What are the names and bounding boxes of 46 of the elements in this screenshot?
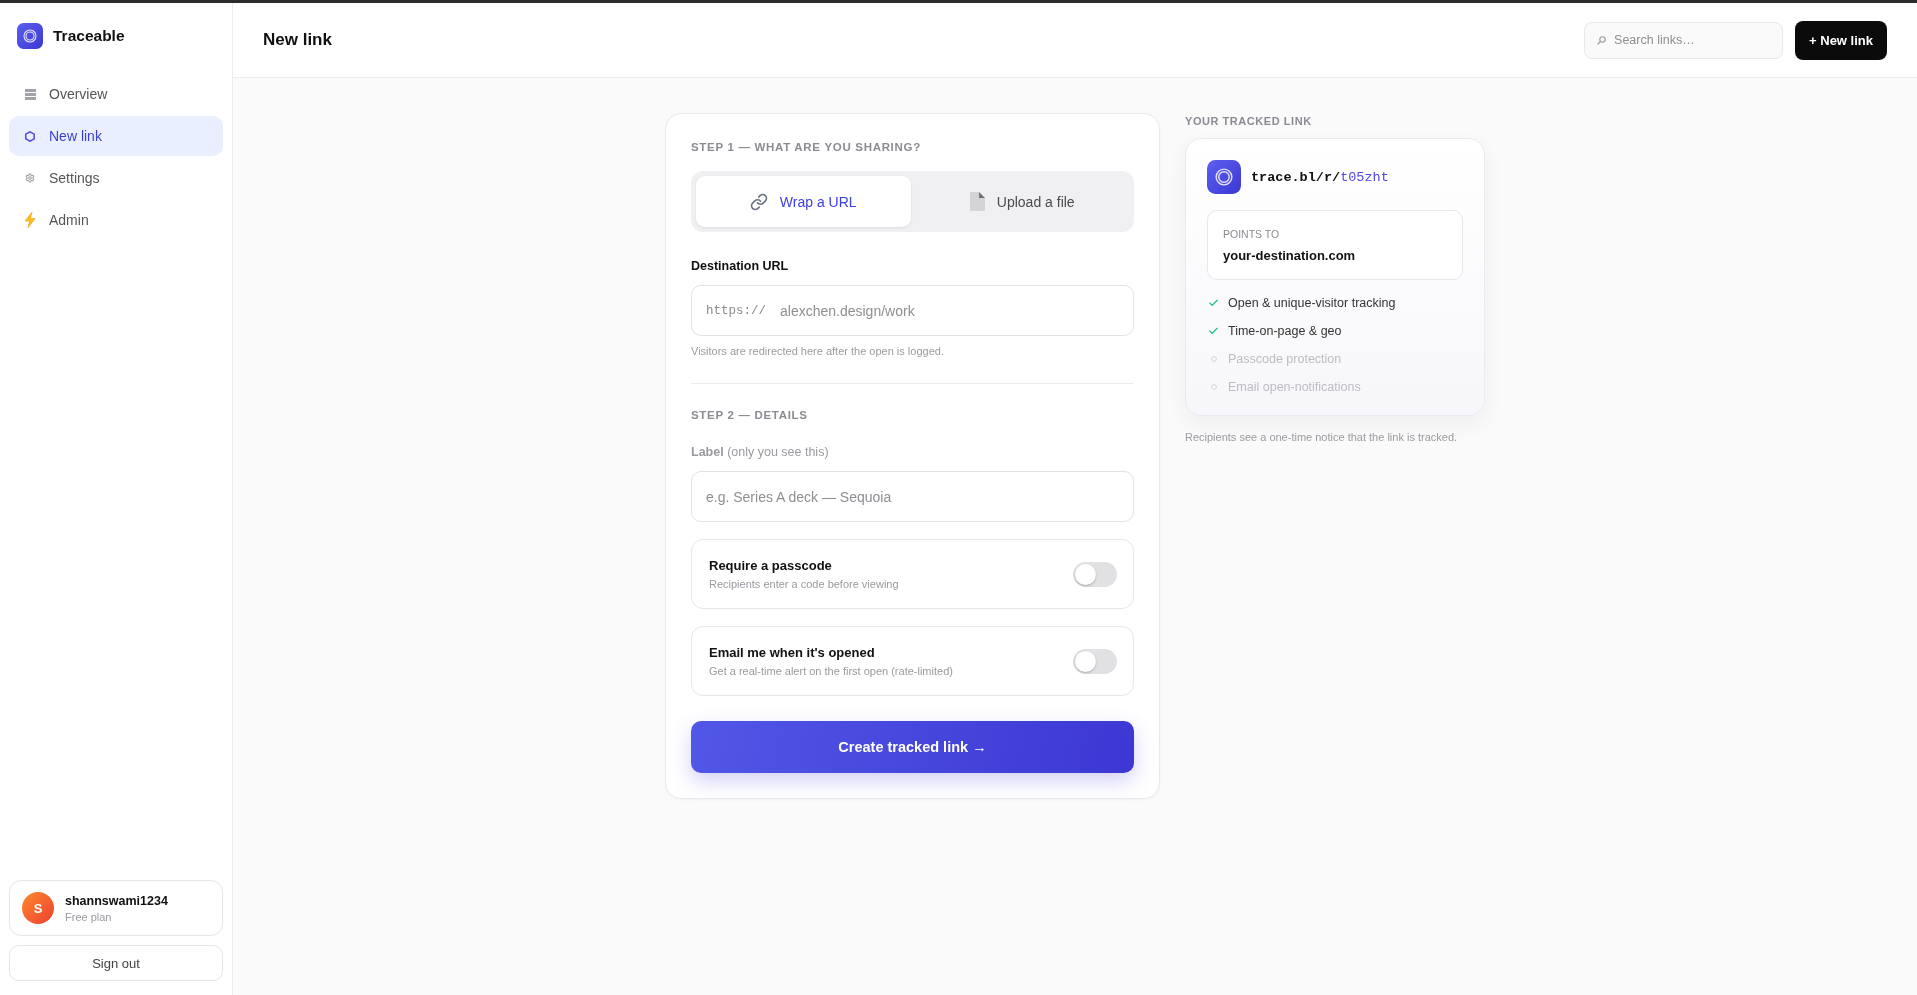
new-link-button[interactable]: + New link bbox=[1795, 20, 1887, 60]
toggle-switch[interactable] bbox=[1073, 561, 1117, 587]
destination-domain: your-destination.com bbox=[1223, 247, 1357, 263]
create-link-button[interactable]: Create tracked link → bbox=[691, 721, 1134, 773]
option-description: Get a real-time alert on the first open (rate-limited) bbox=[709, 665, 953, 677]
logo-icon bbox=[17, 22, 43, 49]
hexagon-icon bbox=[25, 130, 35, 142]
label-field[interactable]: e.g. Series A deck — Sequoia bbox=[691, 471, 1134, 522]
page-title: New link bbox=[263, 30, 332, 50]
user-avatar: S bbox=[22, 892, 54, 924]
user-name: shannswami1234 bbox=[65, 893, 168, 908]
sidebar-item[interactable]: Settings bbox=[9, 158, 223, 198]
option-title: Email me when it's opened bbox=[709, 645, 876, 660]
step-heading: STEP 2 — DETAILS bbox=[691, 408, 809, 423]
preview-note: Recipients see a one-time notice that the link is tracked. bbox=[1185, 431, 1459, 443]
sidebar-item[interactable]: Admin bbox=[9, 200, 223, 240]
section-heading: YOUR TRACKED LINK bbox=[1185, 114, 1313, 128]
field-label: Destination URL bbox=[691, 258, 790, 274]
option-title: Require a passcode bbox=[709, 558, 833, 573]
points-to-label: POINTS TO bbox=[1223, 227, 1281, 240]
lightning-icon bbox=[24, 212, 36, 228]
brand-name: Traceable bbox=[53, 26, 125, 45]
link-icon bbox=[749, 192, 768, 211]
option-description: Recipients enter a code before viewing bbox=[709, 578, 899, 590]
sidebar-item[interactable]: New link bbox=[9, 116, 223, 156]
gear-icon bbox=[25, 173, 35, 183]
step-heading: STEP 1 — WHAT ARE YOU SHARING? bbox=[691, 140, 922, 155]
list-icon bbox=[24, 88, 36, 100]
logo-icon bbox=[1207, 160, 1241, 194]
feature-text: Email open-notifications bbox=[1228, 379, 1361, 394]
url-prefix: https:// bbox=[706, 303, 766, 318]
sign-out-button[interactable]: Sign out bbox=[9, 945, 223, 981]
field-hint: Visitors are redirected here after the open is logged. bbox=[691, 344, 945, 358]
feature-text: Open & unique-visitor tracking bbox=[1228, 295, 1396, 310]
user-plan: Free plan bbox=[65, 910, 113, 923]
tracked-link-url: trace.bl/r/t05zht bbox=[1251, 169, 1389, 185]
toggle-switch[interactable] bbox=[1073, 648, 1117, 674]
source-tab[interactable]: Wrap a URL bbox=[696, 176, 911, 227]
search-field[interactable]: Search links… bbox=[1584, 21, 1784, 59]
feature-text: Time-on-page & geo bbox=[1228, 323, 1342, 338]
source-tab[interactable]: Upload a file bbox=[914, 176, 1129, 227]
field-label: Label (only you see this) bbox=[691, 444, 830, 460]
search-icon bbox=[1597, 35, 1607, 45]
feature-text: Passcode protection bbox=[1228, 351, 1342, 366]
document-icon bbox=[968, 192, 985, 211]
sidebar-item[interactable]: Overview bbox=[9, 74, 223, 114]
